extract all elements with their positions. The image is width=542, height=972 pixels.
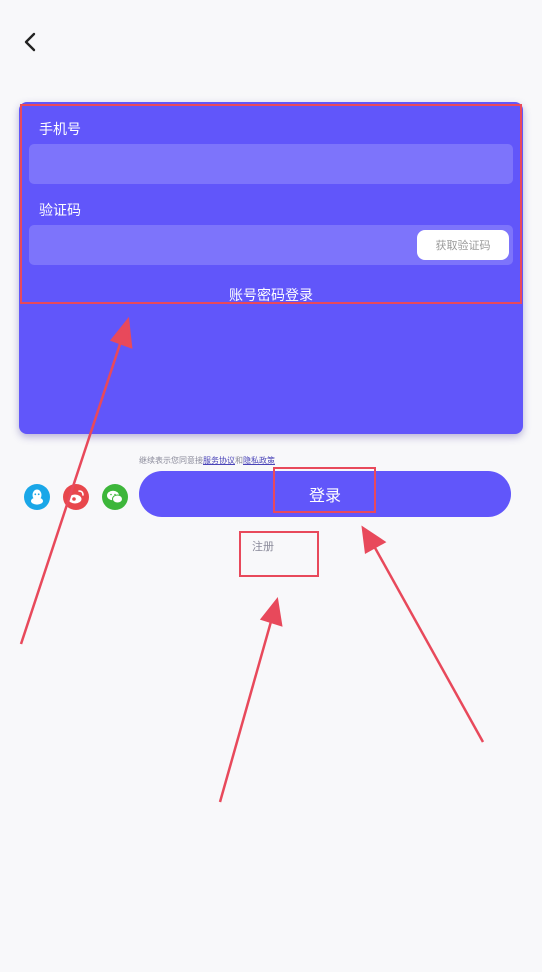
wechat-login-button[interactable] [102,484,128,510]
annotation-arrowhead-3 [361,525,387,554]
phone-input[interactable] [29,144,513,184]
wechat-icon [107,490,123,504]
get-code-button[interactable]: 获取验证码 [417,230,509,260]
annotation-box-register [239,531,319,577]
terms-link[interactable]: 服务协议 [203,456,235,465]
back-button[interactable] [18,28,44,56]
weibo-icon [68,490,84,504]
register-link[interactable]: 注册 [252,538,274,554]
login-card: 手机号 验证码 获取验证码 账号密码登录 [19,102,523,434]
annotation-arrowhead-2 [259,596,283,627]
qq-login-button[interactable] [24,484,50,510]
agreement-prefix: 继续表示您同意接 [139,456,203,465]
phone-label: 手机号 [39,122,81,138]
annotation-arrow-2 [218,617,274,803]
privacy-link[interactable]: 隐私政策 [243,456,275,465]
agreement-text: 继续表示您同意接服务协议和隐私政策 [139,455,275,466]
code-label: 验证码 [39,203,81,219]
annotation-arrow-3 [372,545,485,743]
qq-icon [31,489,43,505]
password-login-link[interactable]: 账号密码登录 [19,285,523,305]
weibo-login-button[interactable] [63,484,89,510]
chevron-left-icon [24,32,36,52]
agreement-and: 和 [235,456,243,465]
login-button[interactable]: 登录 [139,471,511,517]
